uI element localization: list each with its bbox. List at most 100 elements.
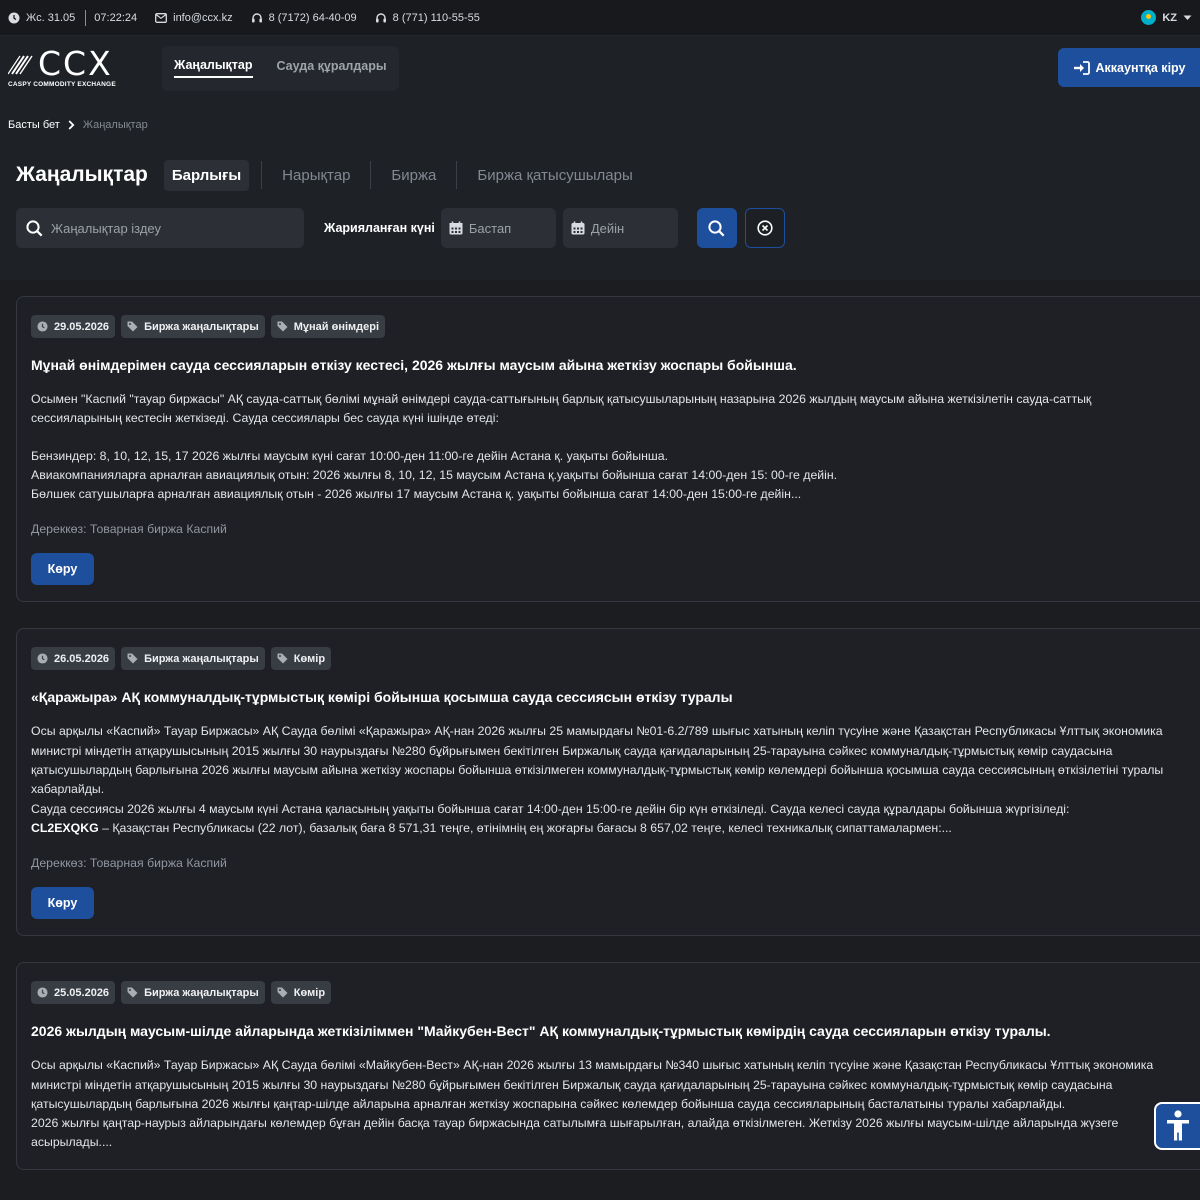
logo-mark: CCX bbox=[8, 47, 148, 80]
tag-icon bbox=[277, 653, 288, 664]
login-button[interactable]: Аккаунтқа кіру bbox=[1058, 48, 1200, 87]
title-row: Жаңалықтар Барлығы Нарықтар Биржа Биржа … bbox=[16, 150, 1184, 200]
clock-icon bbox=[37, 321, 48, 332]
page-title: Жаңалықтар bbox=[16, 163, 148, 186]
news-source: Дереккөз: Товарная биржа Каспий bbox=[31, 856, 227, 871]
view-button[interactable]: Көру bbox=[31, 887, 94, 920]
chevron-down-icon bbox=[1183, 15, 1192, 21]
date-badge: 25.05.2026 bbox=[31, 981, 116, 1005]
login-label: Аккаунтқа кіру bbox=[1095, 60, 1186, 75]
date-display: Жс. 31.05 bbox=[8, 12, 75, 24]
close-circle-icon bbox=[757, 220, 773, 236]
phone-link-2[interactable]: 8 (771) 110-55-55 bbox=[375, 12, 480, 24]
nav-news[interactable]: Жаңалықтар bbox=[174, 58, 253, 78]
view-button[interactable]: Көру bbox=[31, 553, 94, 586]
chevron-right-icon bbox=[68, 120, 75, 130]
search-box bbox=[16, 208, 304, 248]
clear-filters-button[interactable] bbox=[744, 208, 785, 248]
tag-icon bbox=[277, 321, 288, 332]
divider bbox=[370, 161, 372, 189]
main-header: CCX CASPY COMMODITY EXCHANGE Жаңалықтар … bbox=[0, 36, 1200, 100]
divider bbox=[85, 9, 87, 26]
date-from-input[interactable] bbox=[468, 220, 548, 236]
envelope-icon bbox=[155, 12, 168, 23]
news-title[interactable]: Мұнай өнімдерімен сауда сессияларын өткі… bbox=[31, 355, 1200, 375]
news-card: 26.05.2026 Биржа жаңалықтары Көмір «Қара… bbox=[16, 628, 1200, 937]
top-info-bar: Жс. 31.05 07:22:24 info@ccx.kz 8 (7172) … bbox=[0, 0, 1200, 36]
tag-badge[interactable]: Биржа жаңалықтары bbox=[121, 647, 265, 671]
badge-row: 29.05.2026 Биржа жаңалықтары Мұнай өнімд… bbox=[31, 315, 1200, 338]
tab-markets[interactable]: Нарықтар bbox=[274, 160, 358, 191]
news-filter-panel: Жаңалықтар Барлығы Нарықтар Биржа Биржа … bbox=[0, 150, 1200, 280]
news-paragraph: 2026 жылғы қаңтар-наурыз айларындағы көл… bbox=[31, 1116, 1119, 1150]
phone-text-2: 8 (771) 110-55-55 bbox=[392, 11, 480, 24]
breadcrumb: Басты бет Жаңалықтар bbox=[0, 100, 1200, 150]
breadcrumb-current: Жаңалықтар bbox=[82, 119, 148, 131]
kazakhstan-flag-icon bbox=[1141, 10, 1157, 25]
tag-label: Көмір bbox=[293, 652, 326, 665]
accessibility-icon bbox=[1165, 1110, 1191, 1142]
news-paragraph: Осы арқылы «Каспий» Тауар Биржасы» АҚ Са… bbox=[31, 1058, 1154, 1111]
email-link[interactable]: info@ccx.kz bbox=[155, 11, 233, 24]
tag-badge[interactable]: Көмір bbox=[270, 647, 332, 671]
divider bbox=[261, 161, 263, 189]
main-nav: Жаңалықтар Сауда құралдары bbox=[162, 45, 399, 91]
date-to-input[interactable] bbox=[590, 220, 670, 236]
logo[interactable]: CCX CASPY COMMODITY EXCHANGE bbox=[8, 47, 148, 88]
language-selector[interactable]: KZ bbox=[1141, 10, 1192, 25]
news-paragraph: Бөлшек сатушыларға арналған авиациялық о… bbox=[31, 487, 802, 502]
clock-icon bbox=[37, 987, 48, 998]
date-text: Жс. 31.05 bbox=[26, 11, 76, 24]
badge-row: 25.05.2026 Биржа жаңалықтары Көмір bbox=[31, 981, 1200, 1005]
language-code: KZ bbox=[1162, 11, 1177, 24]
news-paragraph: Осымен "Каспий "тауар биржасы" АҚ сауда-… bbox=[31, 392, 1092, 426]
news-title[interactable]: 2026 жылдың маусым-шілде айларында жеткі… bbox=[31, 1021, 1200, 1041]
logo-stripes-icon bbox=[8, 54, 33, 75]
phone-link-1[interactable]: 8 (7172) 64-40-09 bbox=[251, 12, 357, 24]
news-title[interactable]: «Қаражыра» АҚ коммуналдық-тұрмыстық көмі… bbox=[31, 687, 1200, 707]
divider bbox=[456, 161, 458, 189]
news-card: 29.05.2026 Биржа жаңалықтары Мұнай өнімд… bbox=[16, 296, 1200, 603]
news-paragraph: CL2EXQKG – Қазақстан Республикасы (22 ло… bbox=[31, 819, 1182, 838]
tag-badge[interactable]: Көмір bbox=[270, 981, 332, 1005]
phone-text-1: 8 (7172) 64-40-09 bbox=[268, 11, 357, 24]
time-display: 07:22:24 bbox=[94, 12, 137, 24]
search-button[interactable] bbox=[696, 208, 737, 248]
accessibility-button[interactable] bbox=[1154, 1102, 1200, 1150]
search-input[interactable] bbox=[51, 220, 294, 236]
date-from-field[interactable] bbox=[440, 208, 556, 248]
news-paragraph: Осы арқылы «Каспий» Тауар Биржасы» АҚ Са… bbox=[31, 724, 1164, 797]
news-paragraph: Авиакомпанияларға арналған авиациялық от… bbox=[31, 467, 838, 482]
email-text: info@ccx.kz bbox=[173, 11, 233, 24]
tab-exchange[interactable]: Биржа bbox=[383, 160, 444, 191]
tag-label: Көмір bbox=[293, 986, 326, 999]
headset-icon bbox=[251, 12, 263, 24]
news-excerpt: Осымен "Каспий "тауар биржасы" АҚ сауда-… bbox=[31, 390, 1200, 504]
sign-in-icon bbox=[1073, 60, 1090, 75]
tag-badge[interactable]: Мұнай өнімдері bbox=[270, 315, 386, 338]
date-to-field[interactable] bbox=[562, 208, 678, 248]
clock-icon bbox=[37, 653, 48, 665]
tag-label: Биржа жаңалықтары bbox=[144, 652, 259, 665]
tag-icon bbox=[127, 321, 138, 332]
news-excerpt: Осы арқылы «Каспий» Тауар Биржасы» АҚ Са… bbox=[31, 722, 1200, 838]
tag-label: Биржа жаңалықтары bbox=[144, 320, 259, 333]
tag-badge[interactable]: Биржа жаңалықтары bbox=[121, 981, 265, 1005]
tab-all[interactable]: Барлығы bbox=[163, 159, 250, 191]
news-list: 29.05.2026 Биржа жаңалықтары Мұнай өнімд… bbox=[0, 280, 1200, 1200]
calendar-icon bbox=[571, 221, 585, 235]
clock-icon bbox=[8, 12, 20, 24]
tag-badge[interactable]: Биржа жаңалықтары bbox=[121, 315, 265, 338]
news-paragraph: Сауда сессиясы 2026 жылғы 4 маусым күні … bbox=[31, 801, 1070, 816]
news-card: 25.05.2026 Биржа жаңалықтары Көмір 2026 … bbox=[16, 962, 1200, 1170]
badge-row: 26.05.2026 Биржа жаңалықтары Көмір bbox=[31, 647, 1200, 671]
breadcrumb-home[interactable]: Басты бет bbox=[8, 119, 60, 131]
calendar-icon bbox=[449, 221, 463, 235]
news-date: 29.05.2026 bbox=[54, 320, 110, 333]
instrument-code: CL2EXQKG bbox=[31, 820, 99, 835]
tag-icon bbox=[127, 987, 138, 998]
nav-trading-tools[interactable]: Сауда құралдары bbox=[277, 59, 387, 77]
date-filter-label: Жарияланған күні bbox=[324, 221, 435, 235]
news-date: 26.05.2026 bbox=[54, 652, 110, 665]
tab-exchange-participants[interactable]: Биржа қатысушылары bbox=[469, 160, 640, 191]
